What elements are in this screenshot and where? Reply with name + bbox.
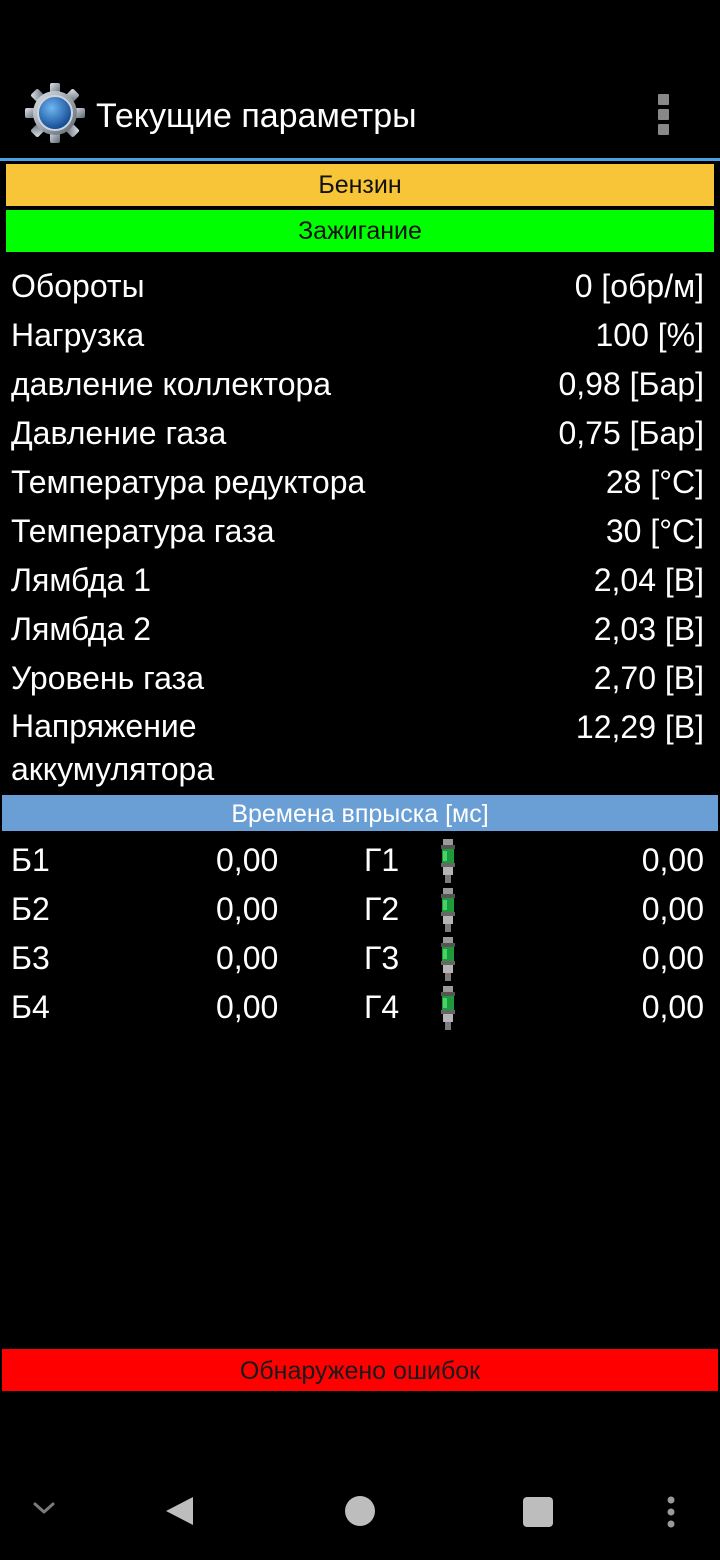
param-value: 100 [%]: [595, 317, 704, 353]
petrol-injector-value: 0,00: [216, 891, 279, 927]
param-row: Температура газа 30 [°C]: [0, 507, 720, 556]
param-label: Температура редуктора: [11, 464, 366, 500]
petrol-injector-label: Б3: [11, 940, 50, 976]
gas-injector-icon: [438, 937, 458, 981]
back-icon[interactable]: [162, 1494, 196, 1533]
injector-row: Б2 0,00 Г2 0,00: [0, 885, 720, 934]
petrol-injector-label: Б4: [11, 989, 50, 1025]
gas-injector-label: Г1: [364, 842, 400, 878]
fuel-mode-badge: Бензин: [6, 164, 714, 206]
param-value: 0,75 [Бар]: [558, 415, 704, 451]
gas-injector-value: 0,00: [641, 989, 704, 1025]
recents-icon[interactable]: [522, 1496, 554, 1533]
injector-row: Б4 0,00 Г4 0,00: [0, 983, 720, 1032]
param-row: Обороты 0 [обр/м]: [0, 262, 720, 311]
injector-row: Б3 0,00 Г3 0,00: [0, 934, 720, 983]
param-row: Нагрузка 100 [%]: [0, 311, 720, 360]
param-label: Нагрузка: [11, 317, 145, 353]
param-value: 12,29 [В]: [575, 709, 704, 745]
ignition-status-badge: Зажигание: [6, 210, 714, 252]
param-label: Напряжение аккумулятора: [11, 708, 215, 787]
petrol-injector-value: 0,00: [216, 842, 279, 878]
param-row: давление коллектора 0,98 [Бар]: [0, 360, 720, 409]
param-value: 30 [°C]: [605, 513, 704, 549]
chevron-down-icon[interactable]: [30, 1498, 58, 1523]
gas-injector-value: 0,00: [641, 842, 704, 878]
system-nav-bar: [0, 1462, 720, 1560]
petrol-injector-value: 0,00: [216, 989, 279, 1025]
param-row: Лямбда 1 2,04 [В]: [0, 556, 720, 605]
param-value: 2,03 [В]: [593, 611, 704, 647]
param-label: Уровень газа: [11, 660, 205, 696]
param-value: 0,98 [Бар]: [558, 366, 704, 402]
param-row: Напряжение аккумулятора 12,29 [В]: [0, 703, 720, 793]
petrol-injector-value: 0,00: [216, 940, 279, 976]
status-bar: [0, 0, 720, 66]
petrol-injector-label: Б1: [11, 842, 50, 878]
param-label: Обороты: [11, 268, 145, 304]
petrol-injector-label: Б2: [11, 891, 50, 927]
gas-injector-value: 0,00: [641, 940, 704, 976]
page-title: Текущие параметры: [96, 97, 417, 135]
gas-injector-label: Г3: [364, 940, 400, 976]
gas-injector-icon: [438, 839, 458, 883]
param-label: Лямбда 2: [11, 611, 152, 647]
gas-injector-icon: [438, 986, 458, 1030]
param-row: Давление газа 0,75 [Бар]: [0, 409, 720, 458]
gas-injector-value: 0,00: [641, 891, 704, 927]
injection-times-header: Времена впрыска [мс]: [2, 795, 718, 831]
param-label: Температура газа: [11, 513, 275, 549]
param-value: 2,70 [В]: [593, 660, 704, 696]
app-logo-icon: [24, 82, 86, 144]
param-value: 0 [обр/м]: [574, 268, 704, 304]
param-label: Лямбда 1: [11, 562, 152, 598]
param-label: Давление газа: [11, 415, 227, 451]
param-value: 28 [°C]: [605, 464, 704, 500]
param-row: Уровень газа 2,70 [В]: [0, 654, 720, 703]
app-bar-divider: [0, 158, 720, 161]
more-vert-icon[interactable]: [648, 92, 680, 138]
param-row: Лямбда 2 2,03 [В]: [0, 605, 720, 654]
gas-injector-label: Г4: [364, 989, 400, 1025]
param-label: давление коллектора: [11, 366, 332, 402]
gas-injector-icon: [438, 888, 458, 932]
more-vert-icon[interactable]: [664, 1496, 678, 1533]
home-icon[interactable]: [344, 1495, 376, 1532]
param-row: Температура редуктора 28 [°C]: [0, 458, 720, 507]
error-status-bar[interactable]: Обнаружено ошибок: [2, 1349, 718, 1391]
injector-row: Б1 0,00 Г1 0,00: [0, 836, 720, 885]
gas-injector-label: Г2: [364, 891, 400, 927]
param-value: 2,04 [В]: [593, 562, 704, 598]
